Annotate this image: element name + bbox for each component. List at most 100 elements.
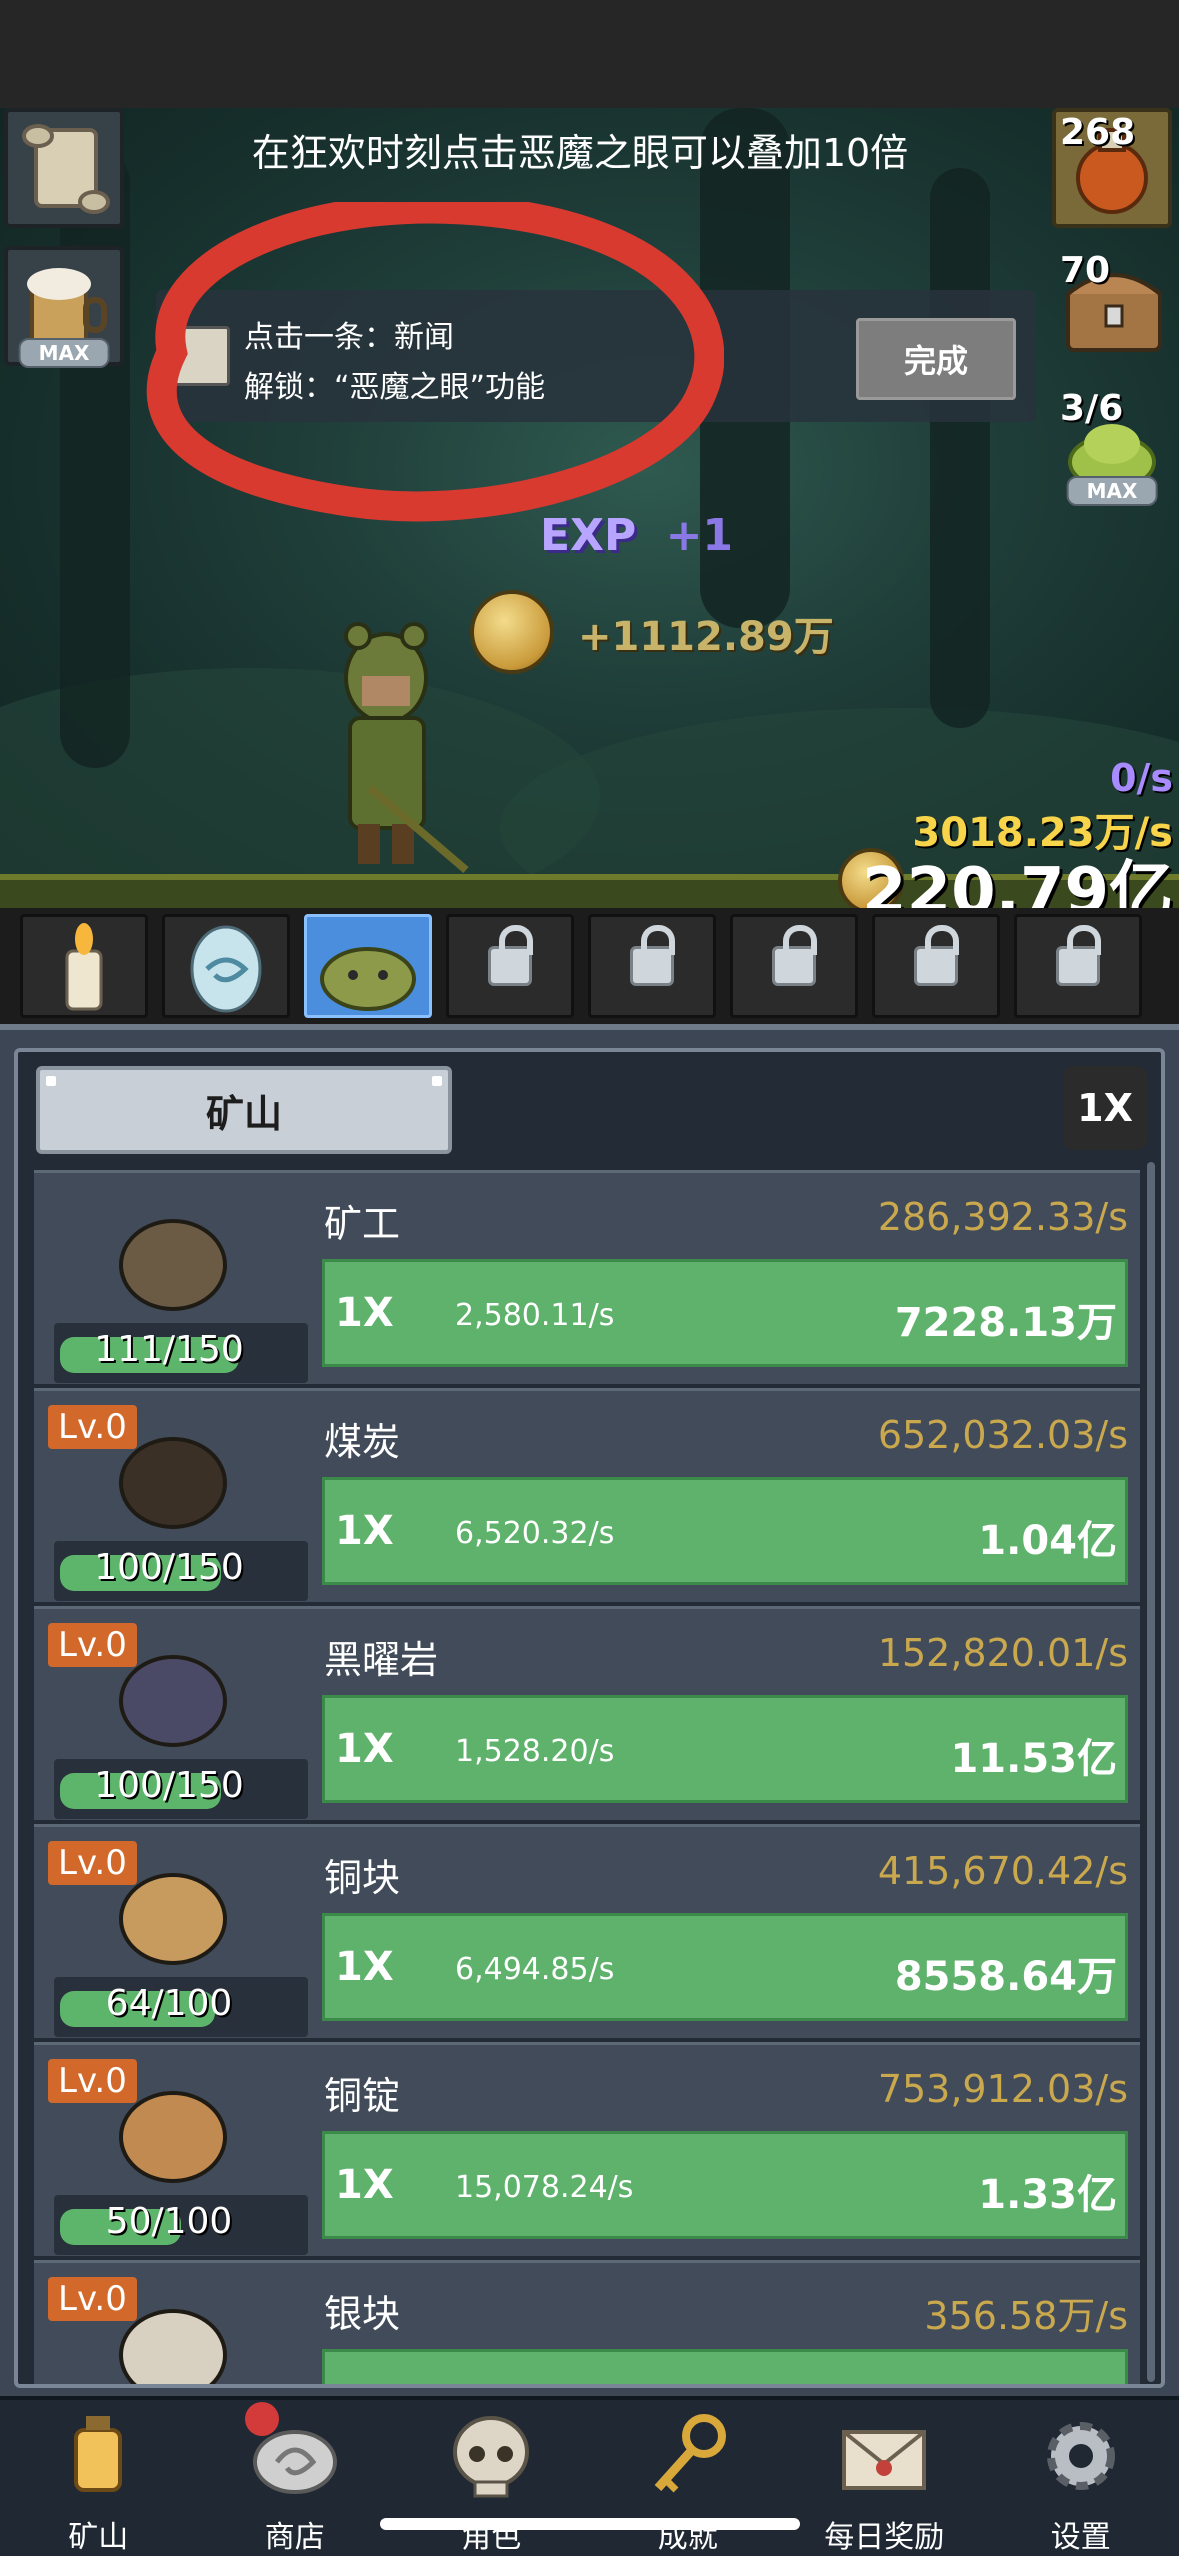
beer-mug-button[interactable]: MAX <box>4 246 124 368</box>
slime-icon <box>320 947 416 1011</box>
scrollbar[interactable] <box>1147 1162 1155 2382</box>
home-indicator[interactable] <box>380 2518 800 2530</box>
lantern-icon <box>74 2416 123 2492</box>
ore-row[interactable]: Lv.0 64/100 铜块 415,670.42/s 1X 6,494.85/… <box>34 1824 1140 2038</box>
progress-text: 111/150 <box>94 1329 244 1370</box>
ore-icon <box>119 1219 227 1311</box>
character-slot-locked[interactable] <box>446 914 574 1018</box>
lock-icon <box>1056 925 1101 986</box>
ore-name: 铜块 <box>324 1856 401 1900</box>
ore-multiplier: 1X <box>335 1508 394 1554</box>
ore-image-box: Lv.0 100/150 <box>44 1621 308 1819</box>
key-icon <box>654 2414 726 2493</box>
level-badge: Lv.0 <box>48 1841 137 1885</box>
character-bar <box>0 908 1179 1024</box>
chest-count: 70 <box>1060 250 1111 291</box>
ore-total: 7228.13万 <box>894 1300 1117 1346</box>
nav-mine[interactable]: 矿山 <box>0 2400 197 2556</box>
character-slot-locked[interactable] <box>588 914 716 1018</box>
character-slot-locked[interactable] <box>1014 914 1142 1018</box>
nav-character[interactable]: 角色 <box>393 2400 590 2556</box>
ore-collect-bar[interactable]: 1X 15,078.24/s 1.33亿 <box>322 2131 1128 2239</box>
ore-row[interactable]: Lv.0 100/150 煤炭 652,032.03/s 1X 6,520.32… <box>34 1388 1140 1602</box>
level-badge: Lv.0 <box>48 1623 137 1667</box>
ore-collect-bar[interactable]: 1X 6,520.32/s 1.04亿 <box>322 1477 1128 1585</box>
tip-banner: 在狂欢时刻点击恶魔之眼可以叠加10倍 <box>251 131 909 175</box>
character-slot-locked[interactable] <box>872 914 1000 1018</box>
envelope-icon <box>842 2430 927 2490</box>
character-slot-slime[interactable] <box>304 914 432 1018</box>
hero-character <box>344 622 469 874</box>
multiplier-button[interactable]: 1X <box>1063 1066 1147 1150</box>
exp-rate: 0/s <box>1110 756 1173 800</box>
nav-settings[interactable]: 设置 <box>983 2400 1179 2556</box>
ore-name: 矿工 <box>324 1202 401 1246</box>
news-scroll-button[interactable] <box>4 108 124 228</box>
ore-rate: 286,392.33/s <box>877 1195 1128 1239</box>
exp-label: EXP <box>540 510 637 561</box>
tab-mine[interactable]: 矿山 <box>36 1066 452 1154</box>
level-badge: Lv.0 <box>48 2059 137 2103</box>
slime-count: 3/6 <box>1060 388 1124 429</box>
nav-shop[interactable]: 商店 <box>197 2400 394 2556</box>
level-badge: Lv.0 <box>48 1405 137 1449</box>
ore-multiplier: 1X <box>335 2162 394 2208</box>
ore-unit-rate: 6,494.85/s <box>455 1952 615 1987</box>
lock-icon <box>772 925 817 986</box>
skull-icon <box>453 2416 530 2498</box>
ore-image-box: Lv.0 100/150 <box>44 1403 308 1601</box>
ore-rate: 356.58万/s <box>924 2294 1128 2338</box>
mine-panel: 矿山 1X 111/150 矿工 286,392.33/s 1X 2,580.1… <box>0 1024 1179 2396</box>
ore-total: 8558.64万 <box>894 1954 1117 2000</box>
ore-row[interactable]: Lv.0 100/150 黑曜岩 152,820.01/s 1X 1,528.2… <box>34 1606 1140 1820</box>
ore-multiplier: 1X <box>335 1944 394 1990</box>
progress-text: 50/100 <box>105 2201 233 2242</box>
ore-rate: 415,670.42/s <box>877 1849 1128 1893</box>
ore-rate: 152,820.01/s <box>877 1631 1128 1675</box>
ore-unit-rate: 1,528.20/s <box>455 1734 615 1769</box>
nav-achievements[interactable]: 成就 <box>590 2400 787 2556</box>
character-slot-candle[interactable] <box>20 914 148 1018</box>
character-slot-egg[interactable] <box>162 914 290 1018</box>
ore-unit-rate: 15,078.24/s <box>455 2170 634 2205</box>
ore-unit-rate: 2,580.11/s <box>455 1298 615 1333</box>
nav-label: 矿山 <box>68 2520 129 2555</box>
slime-jar-button[interactable]: 3/6 MAX <box>1052 384 1172 506</box>
ore-rate: 753,912.03/s <box>877 2067 1128 2111</box>
ore-name: 银块 <box>324 2292 401 2336</box>
character-slot-locked[interactable] <box>730 914 858 1018</box>
potion-button[interactable]: 268 <box>1052 108 1172 228</box>
ore-collect-bar[interactable]: 1X 1,528.20/s 11.53亿 <box>322 1695 1128 1803</box>
treasure-chest-button[interactable]: 70 <box>1052 246 1172 366</box>
ore-row[interactable]: Lv.0 50/100 铜锭 753,912.03/s 1X 15,078.24… <box>34 2042 1140 2256</box>
status-bar <box>0 0 1179 108</box>
nav-daily-reward[interactable]: 每日奖励 <box>786 2400 983 2556</box>
lock-icon <box>914 925 959 986</box>
ore-image-box: Lv.0 64/100 <box>44 1839 308 2037</box>
max-tag: MAX <box>1066 476 1158 506</box>
progress-text: 100/150 <box>94 1765 244 1806</box>
quest-complete-button[interactable]: 完成 <box>856 318 1016 400</box>
red-annotation-circle <box>146 202 724 522</box>
exp-gain: EXP +1 <box>540 510 733 561</box>
lock-icon <box>630 925 675 986</box>
progress-box: 100/150 <box>54 1541 308 1601</box>
mine-list-container[interactable]: 矿山 1X 111/150 矿工 286,392.33/s 1X 2,580.1… <box>14 1048 1165 2388</box>
gear-icon <box>1046 2422 1115 2490</box>
nav-label: 商店 <box>264 2520 325 2555</box>
progress-box: 111/150 <box>54 1323 308 1383</box>
progress-box: 64/100 <box>54 1977 308 2037</box>
max-tag: MAX <box>18 338 110 368</box>
notification-badge <box>244 2402 279 2436</box>
nav-label: 设置 <box>1050 2520 1111 2555</box>
ore-rate: 652,032.03/s <box>877 1413 1128 1457</box>
ore-row[interactable]: 111/150 矿工 286,392.33/s 1X 2,580.11/s 72… <box>34 1170 1140 1384</box>
ore-multiplier: 1X <box>335 1290 394 1336</box>
ore-collect-bar[interactable]: 1X 2,580.11/s 7228.13万 <box>322 1259 1128 1367</box>
ore-name: 黑曜岩 <box>324 1638 439 1682</box>
ore-collect-bar[interactable]: 1X 6,494.85/s 8558.64万 <box>322 1913 1128 2021</box>
ore-row[interactable]: Lv.0 银块 356.58万/s <box>34 2260 1140 2384</box>
coin-icon <box>470 590 554 674</box>
level-badge: Lv.0 <box>48 2277 137 2321</box>
ore-collect-bar[interactable] <box>322 2349 1128 2384</box>
